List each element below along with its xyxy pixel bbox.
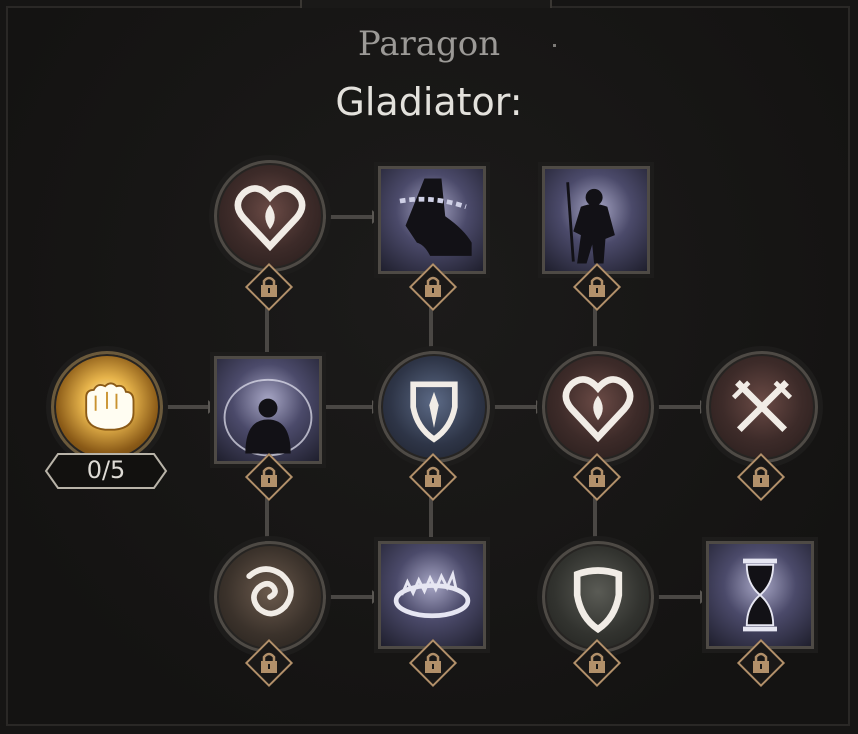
points-counter: 0/5	[44, 452, 168, 490]
connector	[488, 400, 544, 414]
node-chained-boot[interactable]	[378, 166, 486, 274]
connector	[652, 590, 708, 604]
node-aura-figure[interactable]	[214, 356, 322, 464]
chained-boot-icon	[399, 178, 472, 256]
panel-top-notch	[300, 0, 552, 8]
connector	[265, 495, 269, 543]
shield-emblem-icon	[410, 381, 458, 443]
aura-figure-icon	[223, 378, 313, 457]
heart-icon	[234, 185, 306, 252]
node-crossed-swords[interactable]	[706, 351, 818, 463]
node-swirl[interactable]	[214, 541, 326, 653]
connector	[593, 305, 597, 353]
connector	[160, 400, 216, 414]
points-value: 0/5	[86, 456, 126, 484]
heart-icon	[562, 376, 634, 443]
warrior-figure-icon	[566, 182, 615, 264]
page-title: Paragon	[357, 24, 501, 64]
shield-icon	[573, 567, 623, 634]
node-warrior[interactable]	[542, 166, 650, 274]
hourglass-icon	[743, 558, 777, 632]
connector	[324, 400, 380, 414]
connector	[265, 305, 269, 353]
connector	[652, 400, 708, 414]
connector	[324, 590, 380, 604]
node-hourglass[interactable]	[706, 541, 814, 649]
decorative-dot	[553, 44, 556, 47]
start-node-fist[interactable]	[51, 351, 163, 463]
connector	[429, 495, 433, 543]
crossed-swords-icon	[731, 380, 793, 433]
node-heart-top[interactable]	[214, 160, 326, 272]
node-shield-emblem[interactable]	[378, 351, 490, 463]
node-shield[interactable]	[542, 541, 654, 653]
bear-trap-icon	[393, 569, 471, 619]
connector	[324, 210, 380, 224]
connector	[593, 495, 597, 543]
node-heart-middle[interactable]	[542, 351, 654, 463]
board-name: Gladiator:	[335, 80, 523, 124]
node-bear-trap[interactable]	[378, 541, 486, 649]
connector	[429, 305, 433, 353]
swirl-icon	[246, 566, 294, 617]
fist-icon	[85, 382, 135, 431]
